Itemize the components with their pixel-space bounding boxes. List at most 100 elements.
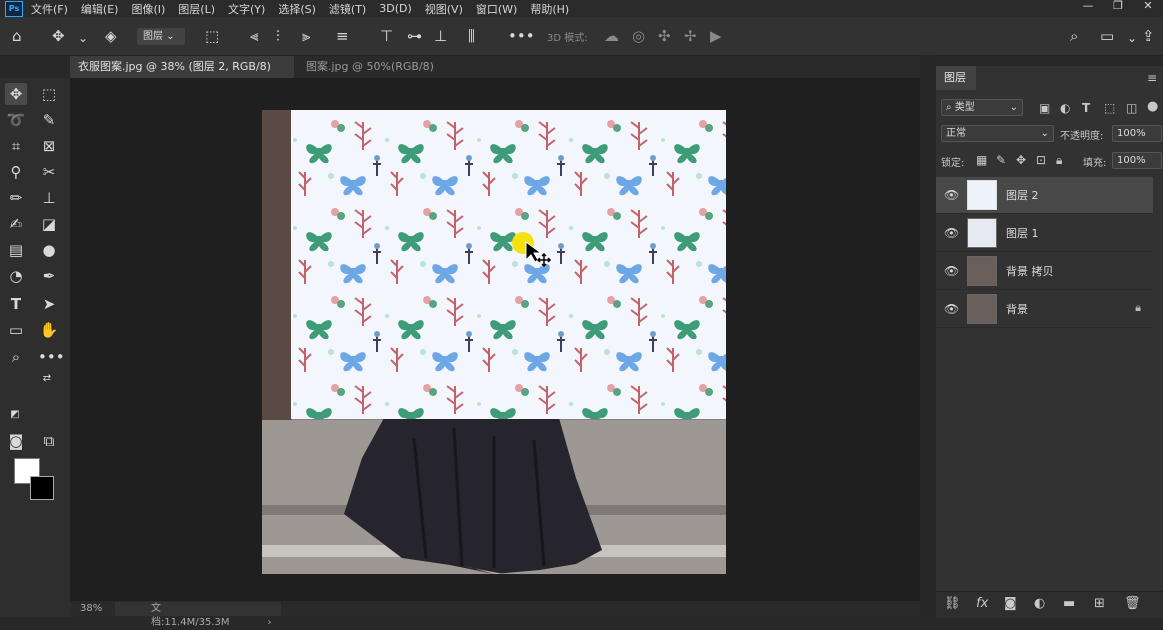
gradient-tool-icon[interactable]: ▤ [5, 239, 27, 261]
zoom-tool-icon[interactable]: ⌕ [5, 346, 27, 368]
filter-smart-object-icon[interactable]: ◫ [1126, 101, 1137, 115]
more-options-icon[interactable]: ••• [508, 26, 535, 46]
quick-mask-icon[interactable]: ◙ [5, 430, 27, 452]
move-tool-icon[interactable]: ✥ [52, 26, 65, 46]
workspace-icon[interactable]: ▭ [1100, 26, 1114, 46]
more-tools-icon[interactable]: ••• [38, 346, 65, 368]
visibility-eye-icon[interactable]: 👁︎ [944, 188, 959, 202]
swap-colors-icon[interactable]: ⇄ [40, 372, 54, 386]
filter-shape-icon[interactable]: ⬚ [1104, 101, 1115, 115]
eraser-tool-icon[interactable]: ◪ [38, 213, 60, 235]
brush-tool-icon[interactable]: ✏ [5, 187, 27, 209]
search-icon[interactable]: ⌕ [1070, 26, 1078, 46]
hand-tool-icon[interactable]: ✋ [38, 319, 60, 341]
chevron-down-icon[interactable]: ⌄ [1127, 28, 1137, 48]
layer-row-background[interactable]: 👁︎ 背景 🔒︎ [936, 291, 1153, 328]
path-select-tool-icon[interactable]: ➤ [38, 293, 60, 315]
layer-filter-dropdown[interactable]: ⌕ 类型 ⌄ [941, 99, 1023, 116]
menu-type[interactable]: 文字(Y) [228, 1, 265, 17]
dodge-tool-icon[interactable]: ◔ [5, 265, 27, 287]
layer-name[interactable]: 背景 拷贝 [1006, 263, 1054, 279]
visibility-eye-icon[interactable]: 👁︎ [944, 264, 959, 278]
visibility-eye-icon[interactable]: 👁︎ [944, 226, 959, 240]
layer-name[interactable]: 图层 2 [1006, 187, 1039, 203]
crop-tool-icon[interactable]: ⌗ [5, 135, 27, 157]
transform-controls-icon[interactable]: ⬚ [205, 26, 219, 46]
panel-menu-icon[interactable]: ≡ [1147, 71, 1157, 85]
adjustment-layer-icon[interactable]: ◐ [1034, 596, 1045, 611]
3d-orbit-icon[interactable]: ☁ [604, 26, 619, 46]
home-icon[interactable]: ⌂ [12, 26, 22, 46]
status-menu-arrow-icon[interactable]: › [268, 617, 272, 628]
background-color-swatch[interactable] [30, 476, 54, 500]
layer-style-fx-icon[interactable]: fx [976, 596, 988, 611]
visibility-eye-icon[interactable]: 👁︎ [944, 302, 959, 316]
minimize-button[interactable]: — [1073, 0, 1103, 17]
blend-mode-dropdown[interactable]: 正常 ⌄ [941, 125, 1054, 142]
3d-camera-icon[interactable]: ▶ [710, 26, 722, 46]
filter-pixel-icon[interactable]: ▣ [1039, 101, 1050, 115]
menu-image[interactable]: 图像(I) [131, 1, 165, 17]
align-left-icon[interactable]: ⫷ [250, 26, 258, 46]
fill-input[interactable]: 100% [1112, 152, 1162, 169]
eyedropper-tool-icon[interactable]: ⚲ [5, 161, 27, 183]
3d-slide-icon[interactable]: ✢ [684, 26, 697, 46]
align-right-icon[interactable]: ⫸ [302, 26, 310, 46]
document-info[interactable]: 文档:11.4M/35.3M › [115, 602, 281, 628]
menu-3d[interactable]: 3D(D) [379, 2, 412, 15]
screen-mode-icon[interactable]: ⧉ [38, 430, 60, 452]
blur-tool-icon[interactable]: ● [38, 239, 60, 261]
filter-toggle-icon[interactable]: ● [1147, 99, 1158, 114]
add-mask-icon[interactable]: ◙ [1004, 596, 1017, 611]
move-tool-icon[interactable]: ✥ [5, 83, 27, 105]
layer-name[interactable]: 背景 [1006, 301, 1028, 317]
healing-tool-icon[interactable]: ✂ [38, 161, 60, 183]
filter-type-icon[interactable]: T [1082, 101, 1090, 115]
menu-select[interactable]: 选择(S) [278, 1, 316, 17]
distribute-icon[interactable]: ≡ [336, 26, 349, 46]
pattern-layer[interactable] [291, 110, 726, 419]
tab-pattern[interactable]: 图案.jpg @ 50%(RGB/8) *× [298, 56, 453, 95]
3d-pan-icon[interactable]: ✣ [658, 26, 671, 46]
distribute-vertical-icon[interactable]: ⫼ [468, 26, 475, 46]
lock-icon[interactable]: 🔒︎ [1135, 301, 1141, 315]
align-center-icon[interactable]: ⫶ [276, 26, 280, 46]
frame-tool-icon[interactable]: ⊠ [38, 135, 60, 157]
lasso-tool-icon[interactable]: ➰ [5, 109, 27, 131]
history-brush-icon[interactable]: ✍ [5, 213, 27, 235]
menu-help[interactable]: 帮助(H) [530, 1, 569, 17]
align-middle-icon[interactable]: ⊶ [407, 26, 422, 46]
layer-row-background-copy[interactable]: 👁︎ 背景 拷贝 [936, 253, 1153, 290]
lock-artboard-icon[interactable]: ⊡ [1036, 153, 1046, 167]
lock-position-icon[interactable]: ✥ [1016, 153, 1026, 167]
menu-view[interactable]: 视图(V) [425, 1, 463, 17]
marquee-tool-icon[interactable]: ⬚ [38, 83, 60, 105]
new-group-icon[interactable]: ▬ [1063, 596, 1075, 611]
opacity-input[interactable]: 100% [1112, 125, 1162, 142]
chevron-down-icon[interactable]: ⌄ [78, 28, 88, 48]
menu-window[interactable]: 窗口(W) [476, 1, 517, 17]
menu-filter[interactable]: 滤镜(T) [329, 1, 366, 17]
layers-panel-tab[interactable]: 图层 [936, 66, 976, 90]
lock-transparent-icon[interactable]: ▦ [976, 153, 987, 167]
menu-edit[interactable]: 编辑(E) [81, 1, 119, 17]
3d-roll-icon[interactable]: ◎ [632, 26, 645, 46]
restore-button[interactable]: ❐ [1103, 0, 1133, 17]
menu-layer[interactable]: 图层(L) [178, 1, 215, 17]
delete-layer-icon[interactable]: 🗑︎ [1124, 596, 1141, 611]
share-icon[interactable]: ⇪ [1142, 26, 1155, 46]
align-bottom-icon[interactable]: ⊥ [434, 26, 447, 46]
default-colors-icon[interactable]: ◩ [8, 408, 22, 422]
zoom-level[interactable]: 38% [80, 603, 102, 614]
layer-row-2[interactable]: 👁︎ 图层 2 [936, 177, 1153, 214]
lock-image-icon[interactable]: ✎ [996, 153, 1006, 167]
filter-adjustment-icon[interactable]: ◐ [1060, 101, 1070, 115]
layer-name[interactable]: 图层 1 [1006, 225, 1039, 241]
menu-file[interactable]: 文件(F) [31, 1, 68, 17]
layer-row-1[interactable]: 👁︎ 图层 1 [936, 215, 1153, 252]
close-button[interactable]: ✕ [1133, 0, 1163, 17]
link-layers-icon[interactable]: ⛓ [944, 596, 961, 611]
auto-select-icon[interactable]: ◈ [105, 26, 117, 46]
stamp-tool-icon[interactable]: ⊥ [38, 187, 60, 209]
type-tool-icon[interactable]: T [5, 293, 27, 315]
